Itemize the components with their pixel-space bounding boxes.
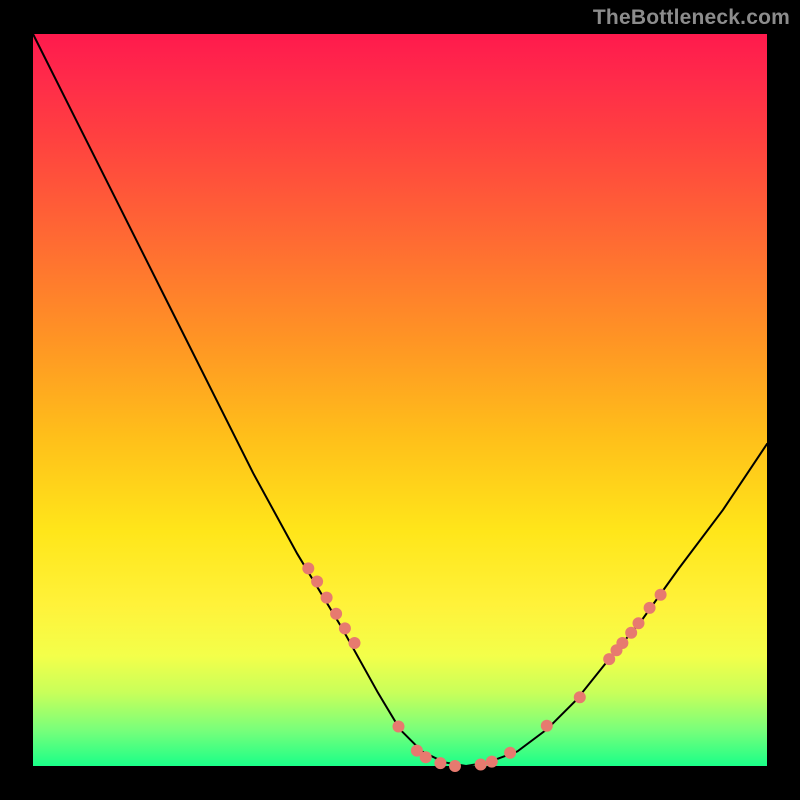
highlight-dot bbox=[625, 627, 637, 639]
highlight-dot bbox=[644, 602, 656, 614]
highlight-dot bbox=[574, 691, 586, 703]
highlight-dot bbox=[616, 637, 628, 649]
plot-area bbox=[33, 34, 767, 766]
highlight-dot bbox=[302, 562, 314, 574]
highlight-dot bbox=[449, 760, 461, 772]
highlight-dot bbox=[541, 720, 553, 732]
highlight-dot bbox=[349, 637, 361, 649]
highlight-dot bbox=[339, 622, 351, 634]
highlight-dot bbox=[655, 589, 667, 601]
watermark-label: TheBottleneck.com bbox=[593, 6, 790, 30]
chart-frame: TheBottleneck.com bbox=[0, 0, 800, 800]
curve-layer bbox=[33, 34, 767, 766]
bottleneck-curve bbox=[33, 34, 767, 766]
highlight-dots bbox=[302, 562, 666, 772]
highlight-dot bbox=[504, 747, 516, 759]
highlight-dot bbox=[434, 757, 446, 769]
highlight-dot bbox=[486, 756, 498, 768]
highlight-dot bbox=[321, 592, 333, 604]
highlight-dot bbox=[420, 751, 432, 763]
highlight-dot bbox=[311, 576, 323, 588]
highlight-dot bbox=[393, 721, 405, 733]
highlight-dot bbox=[475, 759, 487, 771]
highlight-dot bbox=[633, 617, 645, 629]
highlight-dot bbox=[330, 608, 342, 620]
